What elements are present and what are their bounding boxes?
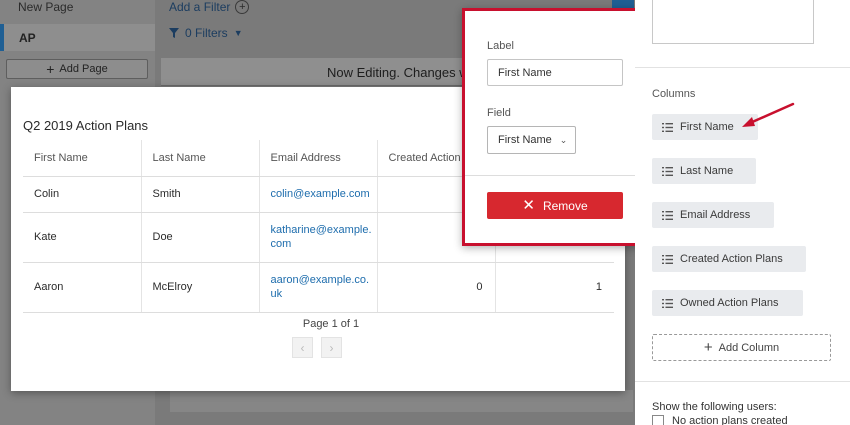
add-filter-link[interactable]: Add a Filter + — [169, 0, 250, 14]
editing-banner-text: Now Editing. Changes wi — [327, 65, 472, 80]
cell-first-name: Colin — [23, 176, 142, 213]
canvas-block — [170, 390, 633, 412]
column-chip-created[interactable]: Created Action Plans — [652, 246, 806, 272]
cell-email-link[interactable]: colin@example.com — [259, 176, 378, 213]
checkbox-corner — [612, 0, 634, 8]
add-page-button[interactable]: + Add Page — [6, 59, 148, 79]
chevron-left-icon: ‹ — [300, 340, 305, 355]
list-icon — [662, 254, 673, 264]
chevron-down-icon: ▼ — [233, 28, 243, 38]
circle-plus-icon: + — [235, 0, 250, 14]
popover-divider — [465, 175, 642, 176]
list-icon — [662, 122, 673, 132]
next-page-button[interactable]: › — [321, 337, 342, 358]
column-chip-last-name[interactable]: Last Name — [652, 158, 756, 184]
sidebar-divider — [635, 381, 850, 382]
show-users-label: Show the following users: — [652, 401, 777, 413]
add-page-label: Add Page — [59, 63, 108, 75]
report-title: Q2 2019 Action Plans — [23, 118, 149, 133]
column-chip-label: Last Name — [680, 165, 734, 177]
cell-last-name: McElroy — [141, 262, 260, 313]
list-icon — [662, 166, 673, 176]
field-select[interactable]: First Name ⌄ — [487, 126, 576, 154]
cell-owned: 1 — [495, 262, 614, 313]
add-column-button[interactable]: + Add Column — [652, 334, 831, 361]
remove-column-button[interactable]: ✕ Remove — [487, 192, 623, 219]
close-icon: ✕ — [522, 197, 535, 214]
prev-page-button[interactable]: ‹ — [292, 337, 313, 358]
filters-dropdown[interactable]: 0 Filters ▼ — [169, 26, 243, 40]
add-column-label: Add Column — [718, 341, 780, 354]
cell-last-name: Doe — [141, 212, 260, 263]
pagination-label: Page 1 of 1 — [302, 318, 360, 330]
sidebar-divider — [635, 67, 850, 68]
column-header-last-name[interactable]: Last Name — [141, 140, 260, 177]
column-header-first-name[interactable]: First Name — [23, 140, 142, 177]
filters-label: 0 Filters — [185, 26, 228, 40]
column-chip-label: Email Address — [680, 209, 751, 221]
column-chip-label: Created Action Plans — [680, 253, 783, 265]
list-icon — [662, 298, 673, 308]
cell-last-name: Smith — [141, 176, 260, 213]
column-chip-label: First Name — [680, 121, 734, 133]
field-select-value: First Name — [498, 134, 552, 146]
nav-item-ap-label: AP — [19, 31, 36, 45]
field-heading: Field — [487, 107, 511, 119]
nav-item-new-page[interactable]: New Page — [18, 0, 73, 14]
column-chip-label: Owned Action Plans — [680, 297, 779, 309]
cell-first-name: Kate — [23, 212, 142, 263]
editing-banner: Now Editing. Changes wi — [161, 58, 472, 86]
checkbox-label: No action plans created — [672, 415, 788, 425]
pagination-controls: ‹ › — [292, 337, 342, 358]
cell-email-link[interactable]: katharine@example.com — [259, 212, 378, 263]
remove-label: Remove — [542, 198, 588, 213]
chevron-right-icon: › — [329, 340, 334, 355]
label-heading: Label — [487, 40, 514, 52]
column-chip-first-name[interactable]: First Name — [652, 114, 758, 140]
table-row: Aaron McElroy aaron@example.co.uk 0 1 — [23, 262, 614, 313]
nav-item-ap[interactable]: AP — [0, 24, 155, 51]
chevron-down-icon: ⌄ — [559, 134, 568, 145]
filter-icon — [169, 28, 179, 38]
column-chip-owned[interactable]: Owned Action Plans — [652, 290, 803, 316]
cell-first-name: Aaron — [23, 262, 142, 313]
right-sidebar: Columns First Name Last Name Email Addre… — [635, 0, 850, 425]
column-edit-popover: Label Field First Name ⌄ ✕ Remove — [462, 8, 645, 246]
list-icon — [662, 210, 673, 220]
plus-icon: + — [703, 338, 713, 356]
label-input[interactable] — [487, 59, 623, 86]
cell-email-link[interactable]: aaron@example.co.uk — [259, 262, 378, 313]
column-chip-email[interactable]: Email Address — [652, 202, 774, 228]
add-filter-label: Add a Filter — [169, 0, 231, 14]
columns-heading: Columns — [652, 88, 696, 100]
cell-created: 0 — [377, 262, 496, 313]
no-action-plans-checkbox[interactable] — [652, 415, 664, 425]
column-header-email[interactable]: Email Address — [259, 140, 378, 177]
plus-icon: + — [46, 61, 55, 77]
description-textarea[interactable] — [652, 0, 814, 44]
no-action-plans-option[interactable]: No action plans created — [652, 415, 788, 425]
